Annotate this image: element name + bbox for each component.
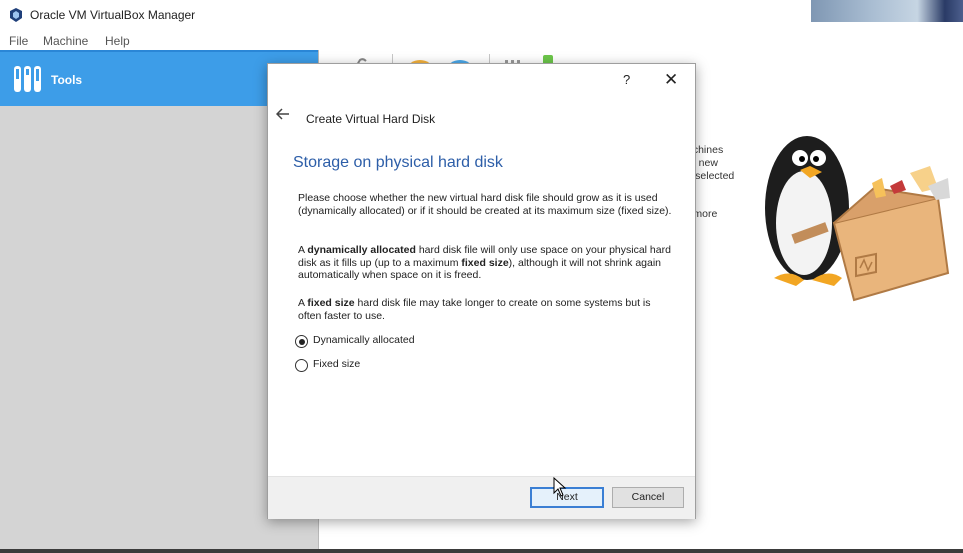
- menu-help[interactable]: Help: [105, 34, 130, 48]
- tools-label: Tools: [51, 73, 83, 87]
- para-text: A: [298, 297, 308, 309]
- desktop-background-fragment: [811, 0, 963, 22]
- para-text: A: [298, 244, 308, 256]
- next-button[interactable]: Next: [530, 487, 604, 508]
- virtualbox-icon: [10, 8, 22, 22]
- window-title: Oracle VM VirtualBox Manager: [30, 8, 196, 22]
- tools-icon: [14, 66, 41, 92]
- option-label: Dynamically allocated: [313, 334, 415, 346]
- create-virtual-hard-disk-dialog: ? ✕ Create Virtual Hard Disk Storage on …: [267, 63, 696, 519]
- option-label: Fixed size: [313, 358, 361, 370]
- radio-button-selected[interactable]: [295, 335, 308, 348]
- para-bold: fixed size: [307, 297, 355, 309]
- mouse-cursor-icon: [553, 477, 567, 497]
- fixed-size-paragraph: A fixed size hard disk file may take lon…: [298, 297, 676, 322]
- radio-button[interactable]: [295, 359, 308, 372]
- dynamic-allocation-paragraph: A dynamically allocated hard disk file w…: [298, 244, 676, 282]
- penguin-toolbox-illustration: [765, 136, 950, 302]
- back-arrow-icon[interactable]: [276, 108, 290, 120]
- para-bold: dynamically allocated: [307, 244, 416, 256]
- help-button[interactable]: ?: [623, 72, 630, 87]
- menu-file[interactable]: File: [9, 34, 28, 48]
- menu-bar: File Machine Help: [0, 30, 963, 50]
- para-bold: fixed size: [461, 256, 509, 269]
- menu-machine[interactable]: Machine: [43, 34, 88, 48]
- cancel-button[interactable]: Cancel: [612, 487, 684, 508]
- description-paragraph: Please choose whether the new virtual ha…: [298, 192, 672, 217]
- page-heading: Storage on physical hard disk: [293, 154, 503, 171]
- close-icon[interactable]: ✕: [664, 70, 678, 90]
- window-title-bar: Oracle VM VirtualBox Manager: [0, 0, 963, 30]
- taskbar-edge: [0, 549, 963, 553]
- dialog-title: Create Virtual Hard Disk: [306, 112, 436, 126]
- dialog-footer: Next Cancel: [268, 476, 695, 519]
